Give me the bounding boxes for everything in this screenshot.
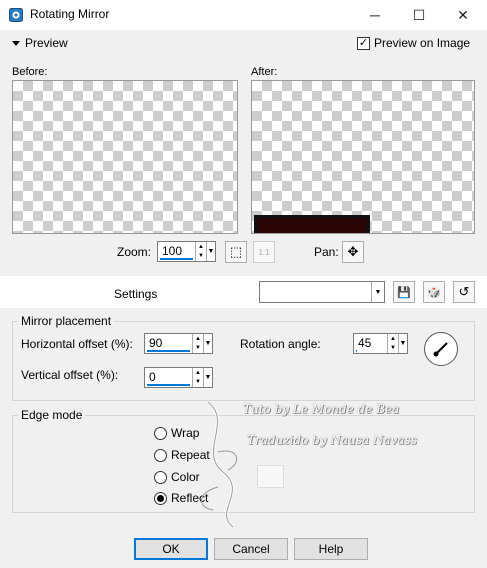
radio-selected-dot <box>157 494 164 502</box>
radio-button[interactable] <box>154 491 167 505</box>
preset-dropdown[interactable]: ▼ <box>259 281 385 303</box>
save-icon: 💾 <box>397 286 411 299</box>
chevron-down-icon <box>12 40 20 46</box>
help-button[interactable]: Help <box>294 538 368 560</box>
horizontal-offset-spin[interactable]: ▲ ▼ <box>192 334 203 353</box>
rotation-angle-value: 45 <box>358 336 372 350</box>
spin-down-icon[interactable]: ▼ <box>196 252 206 262</box>
dice-icon: 🎲 <box>427 286 441 299</box>
zoom-stepper[interactable]: 100 ▲ ▼ ▼ <box>157 241 216 262</box>
randomize-button[interactable]: 🎲 <box>423 281 445 303</box>
zoom-label: Zoom: <box>117 245 152 259</box>
watermark-line-2: Traduzido by Nausa Navass <box>247 433 417 447</box>
horizontal-offset-value: 90 <box>149 336 163 350</box>
preview-on-image-checkbox[interactable]: ✓ Preview on Image <box>357 36 470 50</box>
mirror-placement-title: Mirror placement <box>18 314 115 328</box>
chevron-down-icon[interactable]: ▼ <box>371 282 384 302</box>
reset-icon: ↺ <box>458 284 470 299</box>
close-icon: ✕ <box>457 6 469 23</box>
edge-color-swatch[interactable] <box>257 465 284 488</box>
vertical-offset-dropdown-arrow[interactable]: ▼ <box>203 368 212 387</box>
horizontal-offset-stepper[interactable]: 90 ▲ ▼ ▼ <box>144 333 213 354</box>
vertical-offset-stepper[interactable]: 0 ▲ ▼ ▼ <box>144 367 213 388</box>
ok-button[interactable]: OK <box>134 538 208 560</box>
close-button[interactable]: ✕ <box>441 0 485 30</box>
vertical-offset-spin[interactable]: ▲ ▼ <box>192 368 203 387</box>
radio-button[interactable] <box>154 448 167 462</box>
radio-button[interactable] <box>154 426 167 440</box>
rotation-angle-dropdown-arrow[interactable]: ▼ <box>398 334 407 353</box>
zoom-actual-size-button[interactable]: 1:1 <box>253 241 275 263</box>
vertical-offset-label: Vertical offset (%): <box>21 368 119 382</box>
after-preview[interactable] <box>251 80 475 234</box>
reset-button[interactable]: ↺ <box>453 281 475 303</box>
radio-button[interactable] <box>154 470 167 484</box>
checkmark-icon: ✓ <box>358 36 369 49</box>
horizontal-offset-dropdown-arrow[interactable]: ▼ <box>203 334 212 353</box>
settings-label: Settings <box>114 287 158 301</box>
spin-down-icon[interactable]: ▼ <box>193 344 203 354</box>
zoom-fit-icon: ⬚ <box>229 244 243 259</box>
window-title: Rotating Mirror <box>30 7 110 21</box>
save-preset-button[interactable]: 💾 <box>393 281 415 303</box>
spin-up-icon[interactable]: ▲ <box>193 368 203 378</box>
pan-button[interactable]: ✥ <box>342 241 364 263</box>
rotation-angle-dial[interactable] <box>424 332 458 366</box>
spin-up-icon[interactable]: ▲ <box>193 334 203 344</box>
rotation-angle-spin[interactable]: ▲ ▼ <box>387 334 398 353</box>
minimize-button[interactable]: ─ <box>353 0 397 30</box>
rotation-angle-stepper[interactable]: 45 ▲ ▼ ▼ <box>353 333 408 354</box>
app-icon <box>9 8 23 22</box>
after-label: After: <box>251 66 278 78</box>
actual-size-icon: 1:1 <box>258 247 270 257</box>
minimize-icon: ─ <box>370 7 380 23</box>
spin-down-icon[interactable]: ▼ <box>193 378 203 388</box>
vertical-offset-value: 0 <box>149 370 156 384</box>
zoom-value: 100 <box>162 244 183 258</box>
spin-up-icon[interactable]: ▲ <box>388 334 398 344</box>
zoom-fit-button[interactable]: ⬚ <box>225 241 247 263</box>
preview-toggle-label: Preview <box>25 36 68 50</box>
rotation-angle-label: Rotation angle: <box>240 337 321 351</box>
cancel-button[interactable]: Cancel <box>214 538 288 560</box>
preview-toggle[interactable]: Preview <box>12 36 68 50</box>
zoom-spin[interactable]: ▲ ▼ <box>195 242 206 261</box>
preview-on-image-label: Preview on Image <box>374 36 471 50</box>
horizontal-offset-label: Horizontal offset (%): <box>21 337 133 351</box>
after-preview-dark-strip <box>254 215 370 233</box>
before-preview[interactable] <box>12 80 238 234</box>
dial-needle-icon <box>433 342 448 357</box>
maximize-button[interactable]: ☐ <box>397 0 441 30</box>
spin-up-icon[interactable]: ▲ <box>196 242 206 252</box>
pan-label: Pan: <box>314 245 339 259</box>
maximize-icon: ☐ <box>412 6 426 23</box>
checkbox-box[interactable]: ✓ <box>357 36 370 50</box>
spin-down-icon[interactable]: ▼ <box>388 344 398 354</box>
before-label: Before: <box>12 66 48 78</box>
watermark-flourish-icon <box>201 400 238 529</box>
zoom-dropdown-arrow[interactable]: ▼ <box>206 242 215 261</box>
edge-mode-title: Edge mode <box>18 408 86 422</box>
watermark-line-1: Tuto by Le Monde de Bea <box>243 402 400 416</box>
pan-icon: ✥ <box>347 244 359 259</box>
